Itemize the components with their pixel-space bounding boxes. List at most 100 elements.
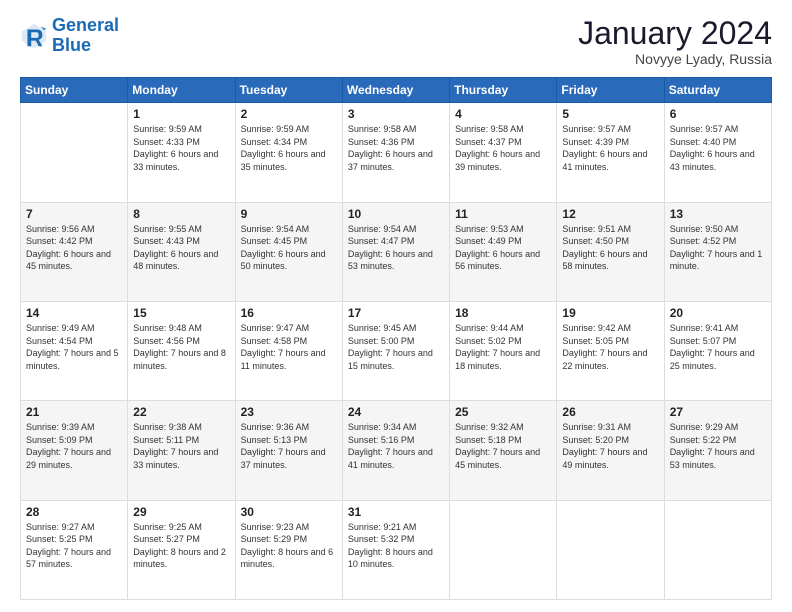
calendar-cell: 5Sunrise: 9:57 AMSunset: 4:39 PMDaylight… [557,103,664,202]
calendar-cell: 26 Sunrise: 9:31 AMSunset: 5:20 PMDayligh… [557,401,664,500]
calendar-week-row: 1Sunrise: 9:59 AMSunset: 4:33 PMDaylight… [21,103,772,202]
day-number: 14 [26,306,122,320]
day-info: Sunrise: 9:53 AMSunset: 4:49 PMDaylight:… [455,223,551,273]
day-info: Sunrise: 9:50 AMSunset: 4:52 PMDaylight:… [670,223,766,273]
day-number: 6 [670,107,766,121]
calendar-cell: 15Sunrise: 9:48 AMSunset: 4:56 PMDayligh… [128,301,235,400]
day-number: 24 [348,405,444,419]
day-info: Sunrise: 9:41 AMSunset: 5:07 PMDaylight:… [670,322,766,372]
day-number: 30 [241,505,337,519]
weekday-header: Saturday [664,78,771,103]
calendar-cell: 20 Sunrise: 9:41 AMSunset: 5:07 PMDayligh… [664,301,771,400]
day-number: 20 [670,306,766,320]
day-number: 26 [562,405,658,419]
calendar-cell: 3 Sunrise: 9:58 AMSunset: 4:36 PMDaylight… [342,103,449,202]
day-number: 22 [133,405,229,419]
day-number: 9 [241,207,337,221]
calendar-week-row: 14 Sunrise: 9:49 AMSunset: 4:54 PMDayligh… [21,301,772,400]
calendar-cell: 2Sunrise: 9:59 AMSunset: 4:34 PMDaylight… [235,103,342,202]
day-info: Sunrise: 9:27 AMSunset: 5:25 PMDaylight:… [26,521,122,571]
calendar-header: SundayMondayTuesdayWednesdayThursdayFrid… [21,78,772,103]
weekday-header: Wednesday [342,78,449,103]
calendar-cell: 14 Sunrise: 9:49 AMSunset: 4:54 PMDayligh… [21,301,128,400]
weekday-header: Sunday [21,78,128,103]
day-info: Sunrise: 9:38 AMSunset: 5:11 PMDaylight:… [133,421,229,471]
day-number: 7 [26,207,122,221]
weekday-header: Tuesday [235,78,342,103]
calendar-cell [664,500,771,599]
calendar-cell: 27 Sunrise: 9:29 AMSunset: 5:22 PMDayligh… [664,401,771,500]
logo-line2: Blue [52,35,91,55]
day-info: Sunrise: 9:31 AMSunset: 5:20 PMDaylight:… [562,421,658,471]
day-info: Sunrise: 9:57 AMSunset: 4:40 PMDaylight:… [670,123,766,173]
calendar-cell: 10 Sunrise: 9:54 AMSunset: 4:47 PMDayligh… [342,202,449,301]
day-info: Sunrise: 9:49 AMSunset: 4:54 PMDaylight:… [26,322,122,372]
day-info: Sunrise: 9:51 AMSunset: 4:50 PMDaylight:… [562,223,658,273]
logo: General Blue [20,16,119,56]
calendar-cell: 29 Sunrise: 9:25 AMSunset: 5:27 PMDayligh… [128,500,235,599]
day-info: Sunrise: 9:42 AMSunset: 5:05 PMDaylight:… [562,322,658,372]
calendar-cell: 25Sunrise: 9:32 AMSunset: 5:18 PMDayligh… [450,401,557,500]
calendar-cell: 21 Sunrise: 9:39 AMSunset: 5:09 PMDayligh… [21,401,128,500]
day-info: Sunrise: 9:58 AMSunset: 4:36 PMDaylight:… [348,123,444,173]
title-block: January 2024 Novyye Lyady, Russia [578,16,772,67]
day-info: Sunrise: 9:25 AMSunset: 5:27 PMDaylight:… [133,521,229,571]
weekday-header: Friday [557,78,664,103]
day-number: 27 [670,405,766,419]
day-number: 21 [26,405,122,419]
calendar-week-row: 7 Sunrise: 9:56 AMSunset: 4:42 PMDaylight… [21,202,772,301]
header: General Blue January 2024 Novyye Lyady, … [20,16,772,67]
day-number: 12 [562,207,658,221]
day-info: Sunrise: 9:58 AMSunset: 4:37 PMDaylight:… [455,123,551,173]
day-number: 23 [241,405,337,419]
day-number: 29 [133,505,229,519]
day-number: 11 [455,207,551,221]
day-info: Sunrise: 9:29 AMSunset: 5:22 PMDaylight:… [670,421,766,471]
calendar-cell [450,500,557,599]
day-number: 16 [241,306,337,320]
day-number: 8 [133,207,229,221]
day-info: Sunrise: 9:59 AMSunset: 4:33 PMDaylight:… [133,123,229,173]
calendar-cell: 18 Sunrise: 9:44 AMSunset: 5:02 PMDayligh… [450,301,557,400]
logo-text: General Blue [52,16,119,56]
day-info: Sunrise: 9:56 AMSunset: 4:42 PMDaylight:… [26,223,122,273]
day-info: Sunrise: 9:21 AMSunset: 5:32 PMDaylight:… [348,521,444,571]
day-info: Sunrise: 9:59 AMSunset: 4:34 PMDaylight:… [241,123,337,173]
calendar-cell: 7 Sunrise: 9:56 AMSunset: 4:42 PMDaylight… [21,202,128,301]
day-info: Sunrise: 9:36 AMSunset: 5:13 PMDaylight:… [241,421,337,471]
day-info: Sunrise: 9:54 AMSunset: 4:47 PMDaylight:… [348,223,444,273]
day-info: Sunrise: 9:45 AMSunset: 5:00 PMDaylight:… [348,322,444,372]
calendar-body: 1Sunrise: 9:59 AMSunset: 4:33 PMDaylight… [21,103,772,600]
day-number: 3 [348,107,444,121]
calendar-week-row: 21 Sunrise: 9:39 AMSunset: 5:09 PMDayligh… [21,401,772,500]
main-title: January 2024 [578,16,772,51]
calendar-cell: 28 Sunrise: 9:27 AMSunset: 5:25 PMDayligh… [21,500,128,599]
calendar-cell: 9Sunrise: 9:54 AMSunset: 4:45 PMDaylight… [235,202,342,301]
calendar-cell: 1Sunrise: 9:59 AMSunset: 4:33 PMDaylight… [128,103,235,202]
calendar-cell: 22 Sunrise: 9:38 AMSunset: 5:11 PMDayligh… [128,401,235,500]
calendar-cell: 12 Sunrise: 9:51 AMSunset: 4:50 PMDayligh… [557,202,664,301]
calendar-cell: 4 Sunrise: 9:58 AMSunset: 4:37 PMDaylight… [450,103,557,202]
day-info: Sunrise: 9:23 AMSunset: 5:29 PMDaylight:… [241,521,337,571]
day-number: 18 [455,306,551,320]
calendar-cell: 17 Sunrise: 9:45 AMSunset: 5:00 PMDayligh… [342,301,449,400]
day-info: Sunrise: 9:39 AMSunset: 5:09 PMDaylight:… [26,421,122,471]
calendar-cell: 31Sunrise: 9:21 AMSunset: 5:32 PMDayligh… [342,500,449,599]
day-number: 10 [348,207,444,221]
day-number: 28 [26,505,122,519]
calendar-cell: 30 Sunrise: 9:23 AMSunset: 5:29 PMDayligh… [235,500,342,599]
day-info: Sunrise: 9:47 AMSunset: 4:58 PMDaylight:… [241,322,337,372]
day-number: 4 [455,107,551,121]
day-number: 17 [348,306,444,320]
calendar-week-row: 28 Sunrise: 9:27 AMSunset: 5:25 PMDayligh… [21,500,772,599]
calendar-cell [21,103,128,202]
day-number: 5 [562,107,658,121]
day-info: Sunrise: 9:55 AMSunset: 4:43 PMDaylight:… [133,223,229,273]
logo-icon [20,22,48,50]
day-number: 19 [562,306,658,320]
day-info: Sunrise: 9:44 AMSunset: 5:02 PMDaylight:… [455,322,551,372]
subtitle: Novyye Lyady, Russia [578,51,772,67]
calendar-table: SundayMondayTuesdayWednesdayThursdayFrid… [20,77,772,600]
calendar-cell: 6 Sunrise: 9:57 AMSunset: 4:40 PMDaylight… [664,103,771,202]
calendar-cell: 24Sunrise: 9:34 AMSunset: 5:16 PMDayligh… [342,401,449,500]
